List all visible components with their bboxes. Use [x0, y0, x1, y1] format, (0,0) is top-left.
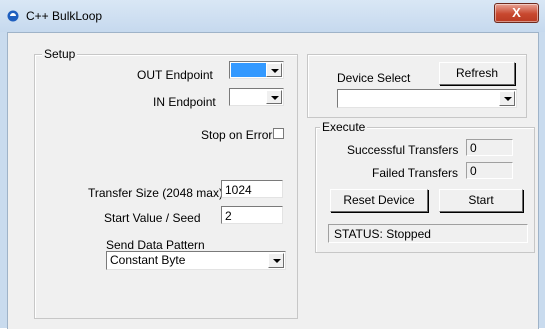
stop-on-error-checkbox[interactable] — [273, 128, 284, 139]
chevron-down-icon[interactable] — [266, 90, 282, 104]
device-select[interactable] — [337, 89, 517, 108]
start-value-label: Start Value / Seed — [104, 211, 201, 225]
stop-on-error-label: Stop on Error — [201, 128, 273, 142]
app-window: C++ BulkLoop X Setup OUT Endpoint IN End… — [0, 0, 545, 329]
transfer-size-value: 1024 — [225, 183, 252, 197]
failed-transfers-label: Failed Transfers — [372, 166, 459, 180]
out-endpoint-label: OUT Endpoint — [137, 68, 213, 82]
failed-transfers-value: 0 — [466, 162, 513, 179]
chevron-down-icon[interactable] — [268, 253, 284, 268]
refresh-button[interactable]: Refresh — [439, 62, 515, 85]
failed-transfers-number: 0 — [470, 164, 477, 178]
selection-highlight — [231, 63, 266, 77]
successful-transfers-number: 0 — [470, 141, 477, 155]
successful-transfers-label: Successful Transfers — [347, 143, 459, 157]
pattern-value: Constant Byte — [110, 253, 186, 267]
transfer-size-input[interactable]: 1024 — [221, 180, 283, 198]
close-icon: X — [512, 5, 521, 20]
out-endpoint-select[interactable] — [229, 61, 284, 79]
status-text: STATUS: Stopped — [334, 227, 431, 241]
chevron-down-icon[interactable] — [266, 63, 282, 77]
in-endpoint-select[interactable] — [229, 88, 284, 106]
status-box: STATUS: Stopped — [328, 224, 528, 243]
reset-device-button[interactable]: Reset Device — [330, 189, 428, 212]
title-bar[interactable]: C++ BulkLoop X — [0, 0, 545, 32]
dialog-client-area: Setup OUT Endpoint IN Endpoint Stop on E… — [7, 32, 539, 329]
setup-group-label: Setup — [42, 47, 78, 61]
transfer-size-label: Transfer Size (2048 max) — [88, 186, 223, 200]
pattern-select[interactable]: Constant Byte — [106, 251, 286, 270]
successful-transfers-value: 0 — [466, 139, 513, 156]
chevron-down-icon[interactable] — [499, 91, 515, 106]
app-icon — [7, 10, 19, 22]
start-value-input[interactable]: 2 — [221, 206, 283, 224]
start-value-value: 2 — [225, 209, 232, 223]
start-button[interactable]: Start — [439, 189, 523, 212]
execute-group-label: Execute — [320, 120, 368, 134]
device-select-label: Device Select — [337, 71, 411, 85]
in-endpoint-label: IN Endpoint — [153, 95, 216, 109]
pattern-label: Send Data Pattern — [106, 238, 205, 252]
close-button[interactable]: X — [494, 3, 539, 23]
window-title: C++ BulkLoop — [26, 9, 103, 23]
